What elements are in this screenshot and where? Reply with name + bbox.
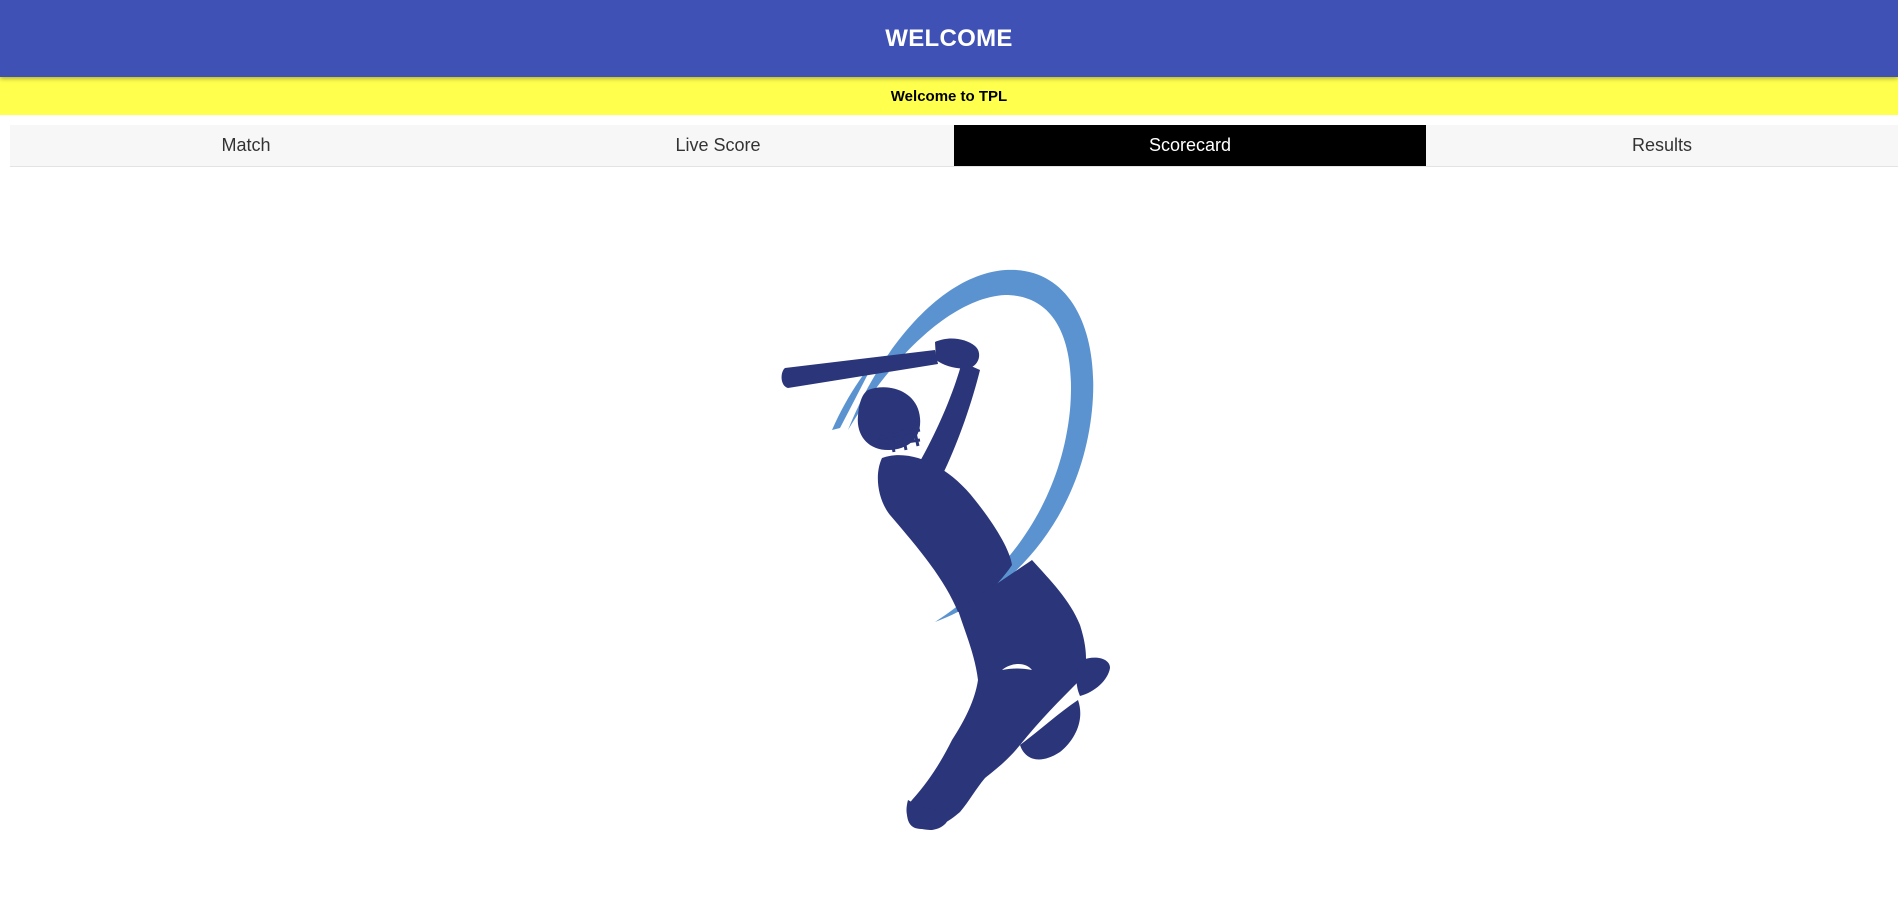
tab-bar: Match Live Score Scorecard Results <box>10 125 1898 167</box>
tab-scorecard-label: Scorecard <box>1148 135 1232 155</box>
tab-results[interactable]: Results <box>1426 125 1898 166</box>
cricket-batsman-icon <box>781 269 1110 830</box>
tab-results-label: Results <box>1631 135 1693 155</box>
hands-shape <box>935 338 980 369</box>
app-bar: WELCOME <box>0 0 1898 77</box>
tab-scorecard[interactable]: Scorecard <box>954 125 1426 166</box>
tab-live-score-label: Live Score <box>675 135 761 155</box>
page-title: WELCOME <box>885 24 1013 52</box>
tab-match[interactable]: Match <box>10 125 482 166</box>
welcome-marquee: Welcome to TPL <box>0 77 1898 115</box>
tab-live-score[interactable]: Live Score <box>482 125 954 166</box>
marquee-text: Welcome to TPL <box>890 87 1008 105</box>
shoe-front <box>1076 657 1110 696</box>
cricket-batsman-logo <box>770 260 1140 840</box>
tab-match-label: Match <box>221 135 271 155</box>
legs-shape <box>907 560 1086 830</box>
